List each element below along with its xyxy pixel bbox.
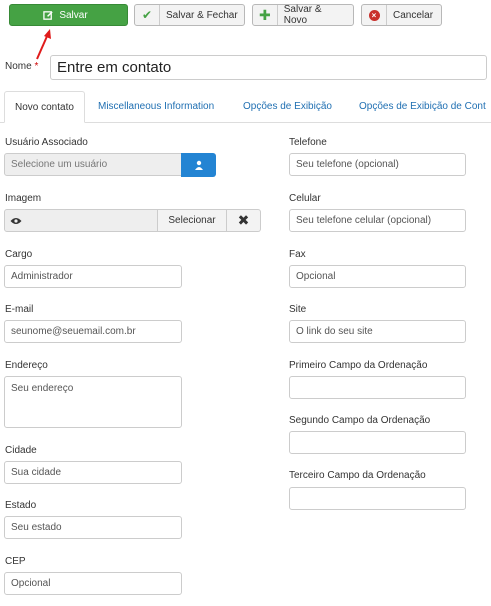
save-button[interactable]: Salvar [9, 4, 128, 26]
save-new-label: Salvar & Novo [283, 4, 322, 26]
site-label: Site [289, 304, 307, 315]
check-icon: ✔ [135, 5, 160, 25]
name-input[interactable]: Entre em contato [50, 55, 487, 80]
tab-opcoes-exibicao[interactable]: Opções de Exibição [233, 91, 342, 122]
site-input[interactable]: O link do seu site [289, 320, 466, 343]
cep-input[interactable]: Opcional [4, 572, 182, 595]
cep-label: CEP [5, 556, 26, 567]
endereco-textarea[interactable]: Seu endereço [4, 376, 182, 428]
user-icon [194, 160, 203, 170]
image-clear-button[interactable]: ✖ [227, 209, 261, 232]
save-close-label: Salvar & Fechar [166, 9, 238, 21]
select-user-button[interactable] [181, 153, 216, 177]
endereco-label: Endereço [5, 360, 48, 371]
ordenacao3-label: Terceiro Campo da Ordenação [289, 470, 426, 481]
ordenacao3-input[interactable] [289, 487, 466, 510]
ordenacao2-label: Segundo Campo da Ordenação [289, 415, 431, 426]
clear-icon: ✖ [237, 212, 250, 228]
save-button-label: Salvar [59, 9, 88, 21]
fax-input[interactable]: Opcional [289, 265, 466, 288]
preview-button[interactable] [4, 209, 28, 232]
image-path-field[interactable] [27, 209, 161, 232]
user-select-field[interactable]: Selecione um usuário [4, 153, 182, 176]
toolbar: Salvar ✔ Salvar & Fechar ✚ Salvar & Novo… [0, 0, 491, 34]
ordenacao1-input[interactable] [289, 376, 466, 399]
cidade-input[interactable]: Sua cidade [4, 461, 182, 484]
cargo-input[interactable]: Administrador [4, 265, 182, 288]
edit-icon [43, 5, 54, 25]
image-label: Imagem [5, 193, 42, 204]
email-label: E-mail [5, 304, 34, 315]
close-circle-icon: × [368, 9, 380, 21]
tab-bar: Novo contato Miscellaneous Information O… [0, 91, 491, 123]
name-label: Nome * [5, 61, 39, 72]
celular-input[interactable]: Seu telefone celular (opcional) [289, 209, 466, 232]
image-select-button[interactable]: Selecionar [157, 209, 227, 232]
ordenacao1-label: Primeiro Campo da Ordenação [289, 360, 428, 371]
image-picker: Selecionar ✖ [4, 209, 261, 232]
cargo-label: Cargo [5, 249, 33, 260]
email-input[interactable]: seunome@seuemail.com.br [4, 320, 182, 343]
cancel-button[interactable]: × Cancelar [361, 4, 442, 26]
tab-novo-contato[interactable]: Novo contato [4, 91, 85, 123]
plus-icon: ✚ [253, 5, 278, 25]
ordenacao2-input[interactable] [289, 431, 466, 454]
tab-opcoes-exibicao-contato[interactable]: Opções de Exibição de Cont [349, 91, 491, 122]
celular-label: Celular [289, 193, 321, 204]
estado-label: Estado [5, 500, 37, 511]
fax-label: Fax [289, 249, 306, 260]
tab-miscellaneous[interactable]: Miscellaneous Information [88, 91, 224, 122]
cancel-label: Cancelar [393, 9, 434, 21]
save-new-button[interactable]: ✚ Salvar & Novo [252, 4, 354, 26]
eye-icon [10, 217, 22, 224]
telefone-input[interactable]: Seu telefone (opcional) [289, 153, 466, 176]
user-label: Usuário Associado [5, 137, 88, 148]
cidade-label: Cidade [5, 445, 37, 456]
cancel-icon-wrap: × [362, 5, 387, 25]
telefone-label: Telefone [289, 137, 327, 148]
estado-input[interactable]: Seu estado [4, 516, 182, 539]
save-close-button[interactable]: ✔ Salvar & Fechar [134, 4, 245, 26]
